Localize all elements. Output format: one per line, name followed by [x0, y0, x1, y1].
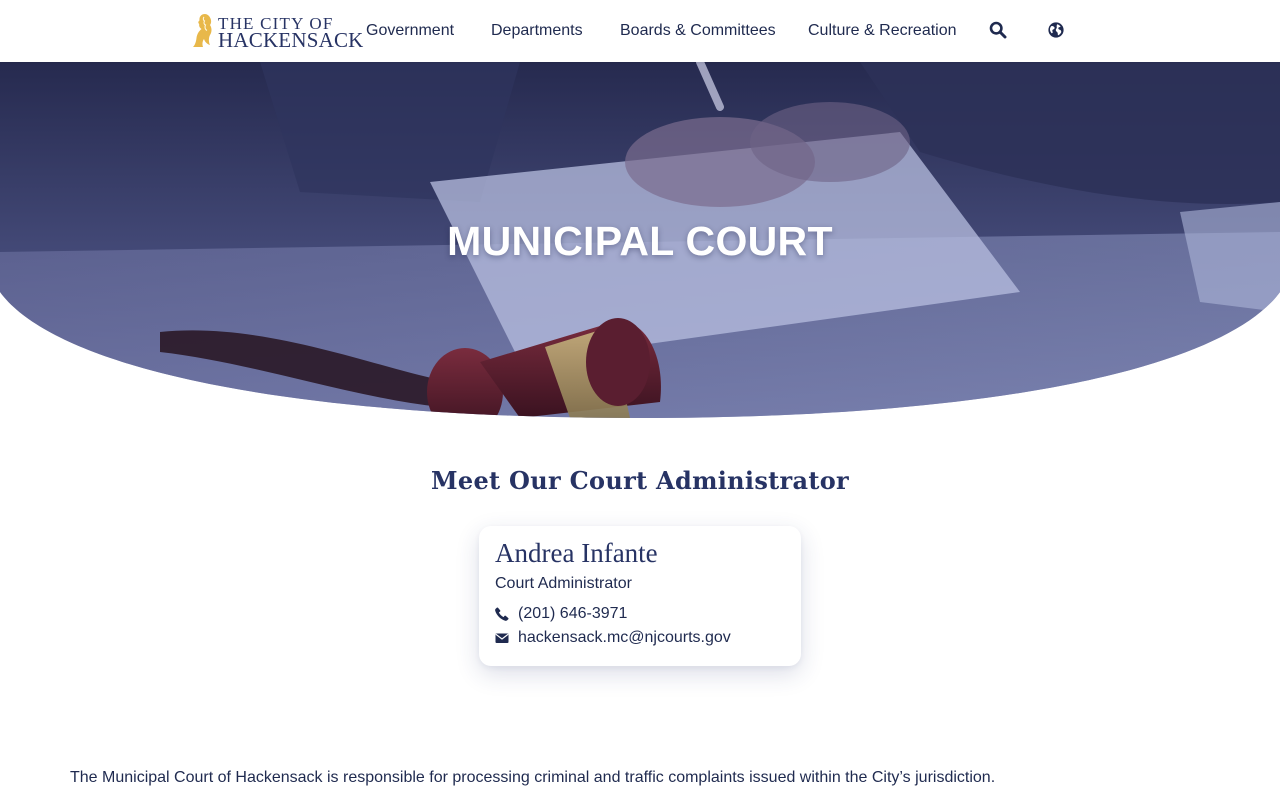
hero-banner: MUNICIPAL COURT: [0, 62, 1280, 418]
envelope-icon: [495, 633, 509, 643]
administrator-card: Andrea Infante Court Administrator (201)…: [479, 526, 801, 666]
administrator-section-heading: Meet Our Court Administrator: [431, 466, 849, 495]
nav-government[interactable]: Government: [366, 20, 454, 42]
nav-culture-recreation[interactable]: Culture & Recreation: [808, 20, 957, 42]
phone-link[interactable]: (201) 646-3971: [518, 604, 627, 624]
site-header: THE CITY OF HACKENSACK Government Depart…: [0, 0, 1280, 62]
administrator-role: Court Administrator: [495, 575, 632, 592]
city-logo[interactable]: THE CITY OF HACKENSACK: [192, 11, 363, 51]
court-intro-paragraph: The Municipal Court of Hackensack is res…: [70, 769, 996, 786]
page-title: MUNICIPAL COURT: [447, 218, 833, 264]
globe-icon[interactable]: [1047, 21, 1065, 39]
administrator-name: Andrea Infante: [495, 538, 658, 568]
phone-icon: [495, 607, 509, 621]
hackensack-figure-logo-icon: [193, 14, 212, 47]
nav-boards-committees[interactable]: Boards & Committees: [620, 20, 776, 42]
nav-departments[interactable]: Departments: [491, 20, 583, 42]
search-icon[interactable]: [989, 21, 1007, 39]
logo-text-line2: HACKENSACK: [218, 28, 364, 52]
email-link[interactable]: hackensack.mc@njcourts.gov: [518, 628, 731, 648]
